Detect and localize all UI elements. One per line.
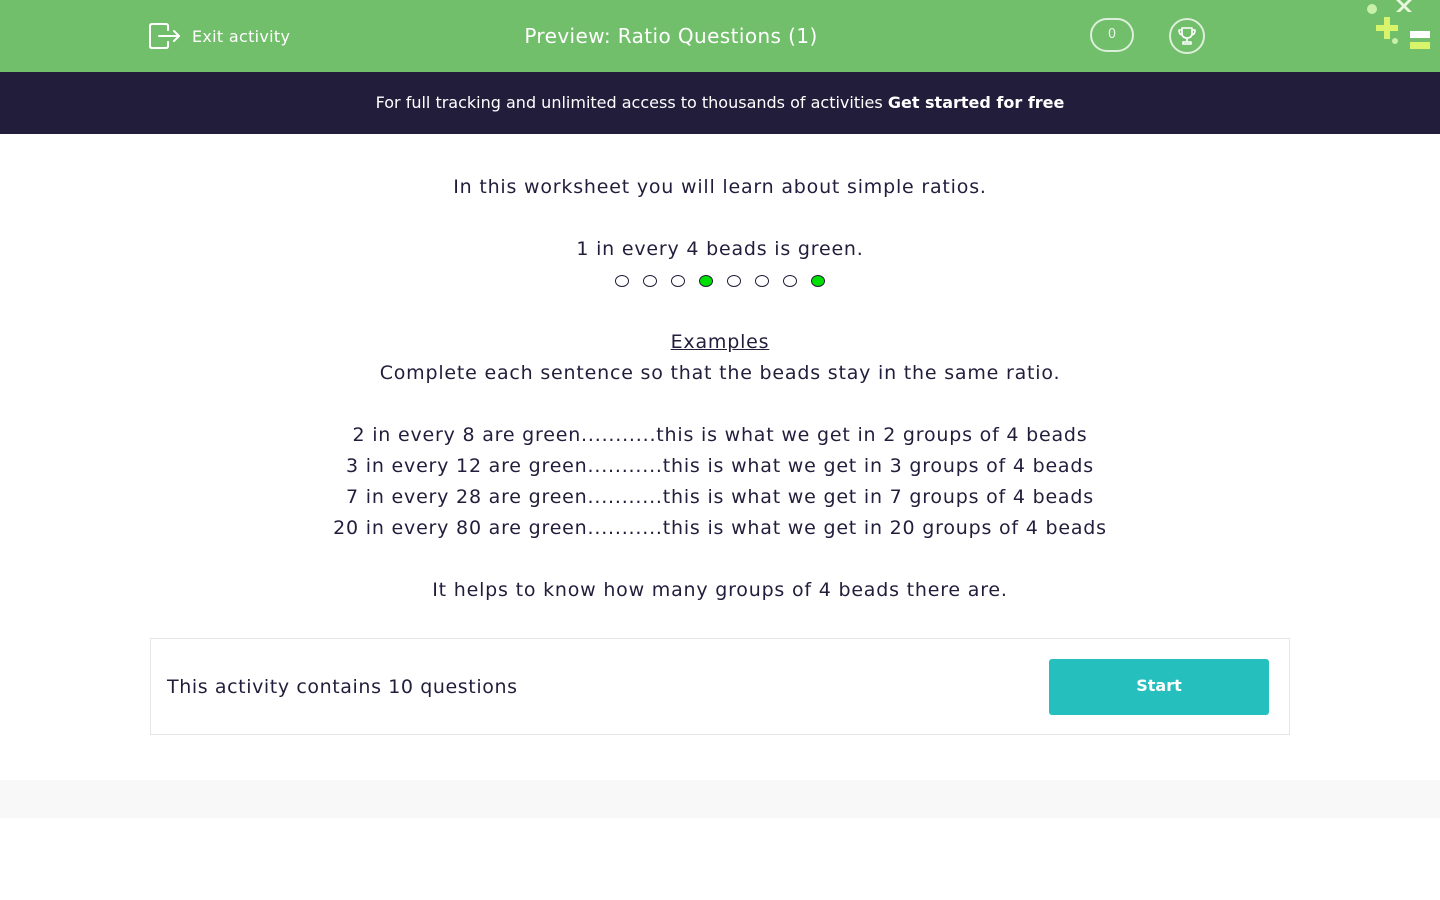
examples-heading: Examples <box>670 331 770 353</box>
question-count-text: This activity contains 10 questions <box>167 676 518 698</box>
example-line: 7 in every 28 are green...........this i… <box>346 486 1094 508</box>
white-bead <box>615 274 629 287</box>
maths-symbols-logo <box>1362 0 1440 58</box>
example-line: 20 in every 80 are green...........this … <box>333 517 1107 539</box>
example-line: 3 in every 12 are green...........this i… <box>346 455 1094 477</box>
tip-text: It helps to know how many groups of 4 be… <box>432 579 1008 601</box>
start-button[interactable]: Start <box>1049 659 1269 715</box>
exit-activity-button[interactable]: Exit activity <box>148 20 290 52</box>
white-bead <box>755 274 769 287</box>
worksheet-intro: In this worksheet you will learn about s… <box>150 172 1290 606</box>
trophy-button[interactable] <box>1169 18 1205 54</box>
exit-icon <box>148 21 182 51</box>
exit-activity-label: Exit activity <box>192 26 291 46</box>
white-bead <box>727 274 741 287</box>
intro-text: In this worksheet you will learn about s… <box>453 176 987 198</box>
green-bead <box>811 274 825 287</box>
page-title: Preview: Ratio Questions (1) <box>524 24 818 48</box>
example-line: 2 in every 8 are green...........this is… <box>352 424 1088 446</box>
white-bead <box>671 274 685 287</box>
banner-text: For full tracking and unlimited access t… <box>375 93 888 112</box>
trophy-icon <box>1176 25 1198 47</box>
signup-banner: For full tracking and unlimited access t… <box>0 72 1440 134</box>
green-bead <box>699 274 713 287</box>
score-badge: 0 <box>1090 18 1134 52</box>
footer-strip <box>0 780 1440 818</box>
top-bar: Exit activity Preview: Ratio Questions (… <box>0 0 1440 72</box>
ratio-statement: 1 in every 4 beads is green. <box>576 238 864 260</box>
white-bead <box>643 274 657 287</box>
bead-row <box>150 265 1290 296</box>
white-bead <box>783 274 797 287</box>
get-started-link[interactable]: Get started for free <box>888 93 1065 112</box>
activity-summary-card: This activity contains 10 questions Star… <box>150 638 1290 735</box>
instruction-text: Complete each sentence so that the beads… <box>379 362 1061 384</box>
